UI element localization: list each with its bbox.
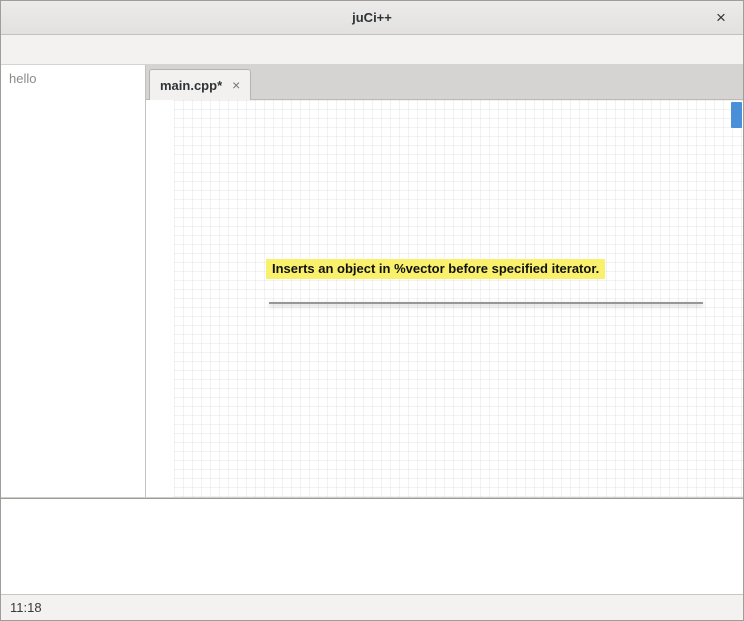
doc-tooltip: Inserts an object in %vector before spec… xyxy=(266,259,605,279)
code-editor[interactable]: Inserts an object in %vector before spec… xyxy=(146,100,743,497)
scrollbar-thumb[interactable] xyxy=(731,102,742,128)
tab-close-icon[interactable]: × xyxy=(232,77,240,93)
code-lines[interactable] xyxy=(174,100,743,497)
cursor-position: 11:18 xyxy=(10,600,42,615)
window-title: juCi++ xyxy=(352,10,392,25)
menubar xyxy=(1,35,743,65)
editor-column: main.cpp* × Inserts an object in %vector… xyxy=(146,65,743,497)
tab-label: main.cpp* xyxy=(160,78,222,93)
close-icon[interactable]: × xyxy=(711,8,731,28)
project-label[interactable]: hello xyxy=(1,65,145,93)
vertical-scrollbar[interactable] xyxy=(730,100,743,497)
completion-popup xyxy=(269,302,703,304)
sidebar: hello xyxy=(1,65,146,497)
line-number-gutter xyxy=(146,100,174,497)
output-panel[interactable] xyxy=(1,498,743,594)
tabbar: main.cpp* × xyxy=(146,65,743,100)
app-window: juCi++ × hello main.cpp* × Inserts an ob… xyxy=(0,0,744,621)
tab-main-cpp[interactable]: main.cpp* × xyxy=(149,69,251,100)
titlebar[interactable]: juCi++ × xyxy=(1,1,743,35)
main-area: hello main.cpp* × Inserts an object in %… xyxy=(1,65,743,498)
statusbar: 11:18 xyxy=(1,594,743,620)
